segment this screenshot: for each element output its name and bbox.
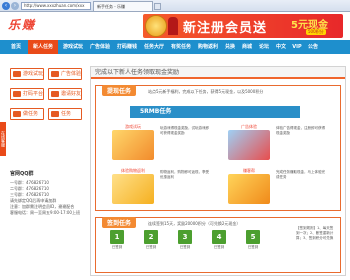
nav-item-rebate[interactable]: 购物返利	[195, 40, 221, 54]
section-desc: 站点5元新手福利，完成以下任务，获得5元现金，以及5000积分	[148, 89, 264, 94]
checkin-day-label: 已签到	[247, 245, 259, 249]
panel-header: 完成以下新人任务领取现金奖励	[91, 67, 345, 79]
qq-line: 客服电话：周一至周五9:00-17:00上班	[10, 210, 80, 215]
nav-item-newbie[interactable]: 新人任务	[28, 40, 58, 54]
side-button-do-task[interactable]: 做任务	[10, 108, 44, 120]
checkin-day[interactable]: 5	[246, 230, 260, 244]
nav-item-exchange[interactable]: 兑换	[222, 40, 238, 54]
checkin-day[interactable]: 1	[110, 230, 124, 244]
main-nav: 首页 新人任务 游戏试玩 广告体验 打码赚钱 任务大厅 有奖任务 购物返利 兑换…	[0, 40, 350, 54]
section-desc: 连续签到15天，奖励20000积分（可兑换2元现金）	[148, 221, 241, 226]
checkin-day-label: 已签到	[179, 245, 191, 249]
coin-icon	[145, 15, 167, 37]
checkin-task-section: 签到任务 连续签到15天，奖励20000积分（可兑换2元现金） 1 已签到 2 …	[95, 217, 341, 273]
withdraw-task-section: 提现任务 站点5元新手福利，完成以下任务，获得5元现金，以及5000积分 5RM…	[95, 85, 341, 211]
side-button-captcha[interactable]: 打码平台	[10, 88, 44, 100]
task-card-zhuankebang[interactable]: 赚客帮 完成任务赚取现金，马上体验完成任务	[228, 168, 328, 208]
back-arrow-icon[interactable]: ‹	[2, 2, 10, 10]
nav-item-mall[interactable]: 商城	[239, 40, 255, 54]
side-button-ads[interactable]: 广告体验	[48, 68, 82, 80]
srmb-header: 5RMB任务	[130, 106, 300, 118]
section-title: 提现任务	[102, 85, 137, 96]
site-logo[interactable]: 乐赚	[8, 16, 36, 33]
side-button-games[interactable]: 游戏试玩	[10, 68, 44, 80]
nav-item-captcha[interactable]: 打码赚钱	[114, 40, 140, 54]
task-thumb	[112, 174, 154, 204]
nav-item-tasks[interactable]: 任务大厅	[141, 40, 167, 54]
task-card-ads[interactable]: 广告体验 体验广告得现金，注册即可获得现金奖励	[228, 124, 328, 164]
task-thumb	[228, 130, 270, 160]
checkin-day-label: 已签到	[111, 245, 123, 249]
user-add-icon	[51, 91, 59, 97]
gamepad-icon	[13, 71, 21, 77]
browser-tab[interactable]: 新手任务 - 乐赚	[93, 1, 153, 11]
nav-item-forum[interactable]: 论坛	[256, 40, 272, 54]
browser-toolbar: ‹ › http://www.xxxzhuan.com/xxx 新手任务 - 乐…	[0, 0, 350, 12]
star-icon	[13, 111, 21, 117]
task-thumb	[112, 130, 154, 160]
nav-item-vip[interactable]: VIP	[290, 40, 304, 54]
task-desc: 购物返利，购物即可返现，享受优惠返利	[160, 170, 209, 179]
newbie-task-panel: 完成以下新人任务领取现金奖励 提现任务 站点5元新手福利，完成以下任务，获得5元…	[90, 66, 346, 276]
section-title: 签到任务	[102, 217, 137, 228]
nav-item-lang[interactable]: 中文	[273, 40, 289, 54]
task-thumb	[228, 174, 270, 204]
task-card-rebate[interactable]: 体验购物返利 购物返利，购物即可返现，享受优惠返利	[112, 168, 212, 208]
checkin-day[interactable]: 3	[178, 230, 192, 244]
ad-icon	[51, 71, 59, 77]
qq-title: 官网QQ群	[10, 171, 34, 177]
side-button-invite[interactable]: 邀请好友	[48, 88, 82, 100]
nav-item-ads[interactable]: 广告体验	[87, 40, 113, 54]
new-tab-button[interactable]	[154, 3, 161, 10]
forward-arrow-icon[interactable]: ›	[11, 2, 19, 10]
banner-badge: 500积分	[306, 29, 326, 35]
checkin-day-label: 已签到	[213, 245, 225, 249]
list-icon	[51, 111, 59, 117]
nav-item-home[interactable]: 首页	[8, 40, 24, 54]
keyboard-icon	[13, 91, 21, 97]
task-desc: 完成任务赚取现金，马上体验完成任务	[276, 170, 325, 179]
qq-group-info: 官网QQ群 一号群：476826710 二号群：476826710 三号群：47…	[10, 170, 85, 216]
customer-service-tab[interactable]: 在线客服	[0, 122, 6, 156]
checkin-day[interactable]: 2	[144, 230, 158, 244]
nav-item-games[interactable]: 游戏试玩	[60, 40, 86, 54]
address-bar[interactable]: http://www.xxxzhuan.com/xxx	[21, 2, 91, 10]
nav-item-rewards[interactable]: 有奖任务	[168, 40, 194, 54]
checkin-day-label: 已签到	[145, 245, 157, 249]
banner-text: 新注册会员送	[183, 21, 268, 36]
task-desc: 玩游戏得现金奖励，试玩游戏即可获得现金奖励	[160, 126, 209, 135]
task-desc: 体验广告得现金，注册即可获得现金奖励	[276, 126, 325, 135]
task-card-games[interactable]: 游戏试玩 玩游戏得现金奖励，试玩游戏即可获得现金奖励	[112, 124, 212, 164]
nav-item-notice[interactable]: 公告	[305, 40, 321, 54]
side-button-task[interactable]: 任务	[48, 108, 82, 120]
checkin-rules: 【签到规则】1、每天签到一次；2、断签重新计算；3、签到积分可兑换	[296, 226, 334, 240]
checkin-day[interactable]: 4	[212, 230, 226, 244]
character-icon	[168, 17, 178, 35]
promo-banner[interactable]: 新注册会员送 5元现金 500积分	[143, 14, 343, 38]
